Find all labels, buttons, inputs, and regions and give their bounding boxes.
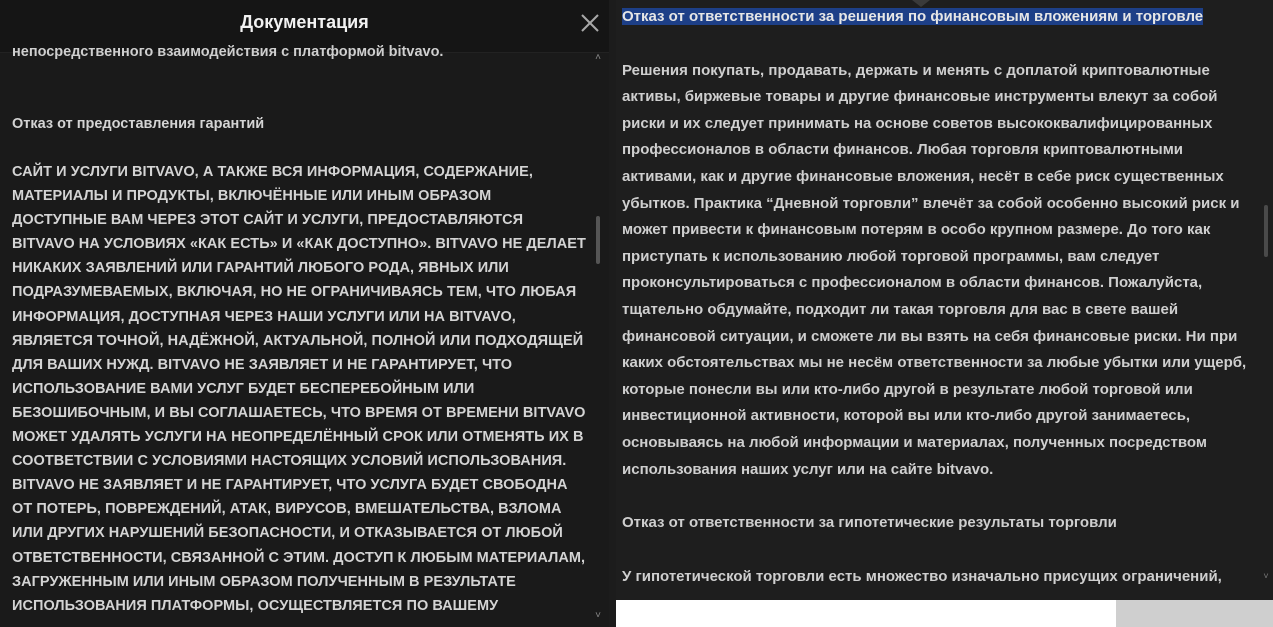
section-body: САЙТ И УСЛУГИ BITVAVO, А ТАКЖЕ ВСЯ ИНФОР…	[12, 164, 586, 614]
panel-title: Документация	[240, 12, 369, 32]
scrollbar-thumb[interactable]	[596, 216, 600, 264]
paragraph: Решения покупать, продавать, держать и м…	[622, 61, 1247, 478]
document-view: Отказ от ответственности за решения по ф…	[616, 0, 1273, 600]
chevron-down-icon[interactable]: ˅	[592, 610, 604, 622]
background-area	[616, 600, 1116, 627]
selected-heading[interactable]: Отказ от ответственности за решения по ф…	[622, 8, 1204, 25]
scrollbar[interactable]: ˄ ˅	[592, 52, 604, 622]
section-heading-2: Отказ от ответственности за гипотетическ…	[622, 514, 1117, 532]
close-button[interactable]	[577, 10, 603, 36]
divider	[609, 0, 616, 627]
scrollbar-thumb[interactable]	[1264, 205, 1268, 257]
chevron-up-icon[interactable]: ˄	[592, 52, 604, 64]
section-heading: Отказ от предоставления гарантий	[12, 116, 265, 132]
background-area	[1116, 600, 1273, 627]
document-text: Отказ от ответственности за решения по ф…	[622, 4, 1252, 600]
screen: Документация непосредственного взаимодей…	[0, 0, 1273, 627]
close-icon	[581, 14, 599, 32]
paragraph-2: У гипотетической торговли есть множество…	[622, 567, 1222, 585]
documentation-text: непосредственного взаимодействия с платф…	[12, 40, 587, 620]
cut-off-line: непосредственного взаимодействия с платф…	[12, 44, 444, 60]
chevron-down-icon[interactable]: ˅	[1260, 570, 1272, 582]
documentation-panel: Документация непосредственного взаимодей…	[0, 0, 609, 627]
